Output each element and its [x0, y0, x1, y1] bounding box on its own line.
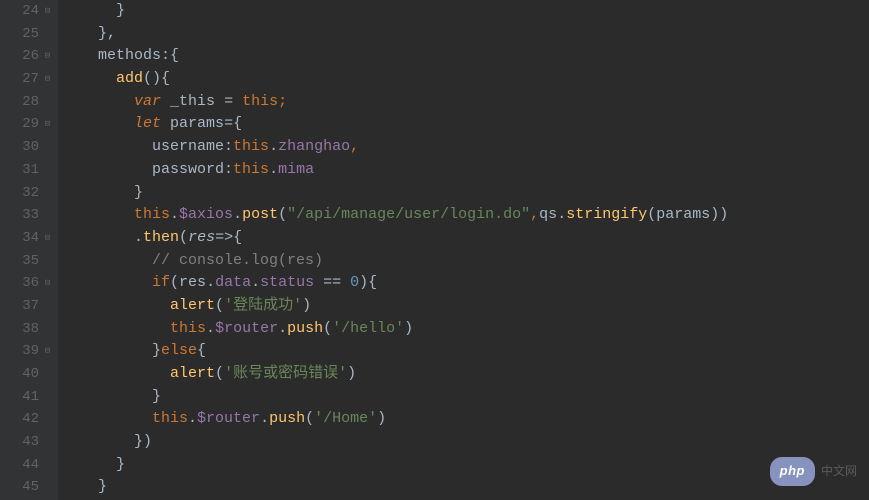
line-number: 35 — [22, 250, 39, 273]
gutter-line: 36 ⊟ — [0, 272, 58, 295]
gutter-line: 27 ⊟ — [0, 68, 58, 91]
line-number: 44 — [22, 454, 39, 477]
gutter-line: 41 — [0, 386, 58, 409]
code-line[interactable]: } — [58, 182, 869, 205]
code-line[interactable]: this.$axios.post("/api/manage/user/login… — [58, 204, 869, 227]
line-number: 38 — [22, 318, 39, 341]
fold-open-icon[interactable]: ⊟ — [43, 120, 52, 129]
code-line[interactable]: }, — [58, 23, 869, 46]
line-number: 45 — [22, 476, 39, 499]
line-number: 34 — [22, 227, 39, 250]
gutter-line: 32 — [0, 182, 58, 205]
code-line[interactable]: }) — [58, 431, 869, 454]
code-line[interactable]: } — [58, 476, 869, 499]
code-line[interactable]: }else{ — [58, 340, 869, 363]
code-line[interactable]: this.$router.push('/Home') — [58, 408, 869, 431]
fold-open-icon[interactable]: ⊟ — [43, 234, 52, 243]
gutter-line: 44 — [0, 454, 58, 477]
gutter-line: 40 — [0, 363, 58, 386]
line-number: 39 — [22, 340, 39, 363]
gutter-line: 24 ⊟ — [0, 0, 58, 23]
line-number: 33 — [22, 204, 39, 227]
fold-open-icon[interactable]: ⊟ — [43, 52, 52, 61]
gutter-line: 25 — [0, 23, 58, 46]
line-number: 40 — [22, 363, 39, 386]
code-line[interactable]: var _this = this; — [58, 91, 869, 114]
gutter-line: 35 — [0, 250, 58, 273]
watermark-text: 中文网 — [821, 460, 857, 483]
line-number: 36 — [22, 272, 39, 295]
code-area[interactable]: } }, methods:{ add(){ var _this = this; … — [58, 0, 869, 500]
code-line[interactable]: // console.log(res) — [58, 250, 869, 273]
watermark: php 中文网 — [770, 457, 857, 486]
gutter-line: 43 — [0, 431, 58, 454]
code-line[interactable]: add(){ — [58, 68, 869, 91]
code-line[interactable]: } — [58, 0, 869, 23]
gutter-line: 31 — [0, 159, 58, 182]
line-number: 27 — [22, 68, 39, 91]
code-line[interactable]: } — [58, 386, 869, 409]
code-line[interactable]: if(res.data.status == 0){ — [58, 272, 869, 295]
line-number: 28 — [22, 91, 39, 114]
gutter-line: 28 — [0, 91, 58, 114]
line-number: 25 — [22, 23, 39, 46]
fold-open-icon[interactable]: ⊟ — [43, 279, 52, 288]
php-badge-icon: php — [770, 457, 815, 486]
code-line[interactable]: methods:{ — [58, 45, 869, 68]
code-line[interactable]: alert('账号或密码错误') — [58, 363, 869, 386]
line-number: 42 — [22, 408, 39, 431]
gutter-line: 30 — [0, 136, 58, 159]
gutter-line: 29 ⊟ — [0, 113, 58, 136]
gutter-line: 34 ⊟ — [0, 227, 58, 250]
line-number: 32 — [22, 182, 39, 205]
code-line[interactable]: } — [58, 454, 869, 477]
code-line[interactable]: this.$router.push('/hello') — [58, 318, 869, 341]
line-number: 43 — [22, 431, 39, 454]
line-number: 41 — [22, 386, 39, 409]
gutter-line: 42 — [0, 408, 58, 431]
gutter-line: 38 — [0, 318, 58, 341]
fold-open-icon[interactable]: ⊟ — [43, 75, 52, 84]
line-number: 30 — [22, 136, 39, 159]
code-line[interactable]: password:this.mima — [58, 159, 869, 182]
gutter-line: 26 ⊟ — [0, 45, 58, 68]
fold-close-icon[interactable]: ⊟ — [43, 7, 52, 16]
line-number: 29 — [22, 113, 39, 136]
gutter-line: 37 — [0, 295, 58, 318]
line-number: 26 — [22, 45, 39, 68]
line-number: 31 — [22, 159, 39, 182]
code-line[interactable]: let params={ — [58, 113, 869, 136]
gutter-line: 39 ⊟ — [0, 340, 58, 363]
line-number: 37 — [22, 295, 39, 318]
fold-open-icon[interactable]: ⊟ — [43, 347, 52, 356]
code-line[interactable]: .then(res=>{ — [58, 227, 869, 250]
gutter: 24 ⊟ 25 26 ⊟ 27 ⊟ 28 29 ⊟ 30 31 32 33 34 ⊟ 35… — [0, 0, 58, 500]
gutter-line: 45 — [0, 476, 58, 499]
code-line[interactable]: username:this.zhanghao, — [58, 136, 869, 159]
code-editor[interactable]: 24 ⊟ 25 26 ⊟ 27 ⊟ 28 29 ⊟ 30 31 32 33 34 ⊟ 35… — [0, 0, 869, 500]
gutter-line: 33 — [0, 204, 58, 227]
code-line[interactable]: alert('登陆成功') — [58, 295, 869, 318]
line-number: 24 — [22, 0, 39, 23]
